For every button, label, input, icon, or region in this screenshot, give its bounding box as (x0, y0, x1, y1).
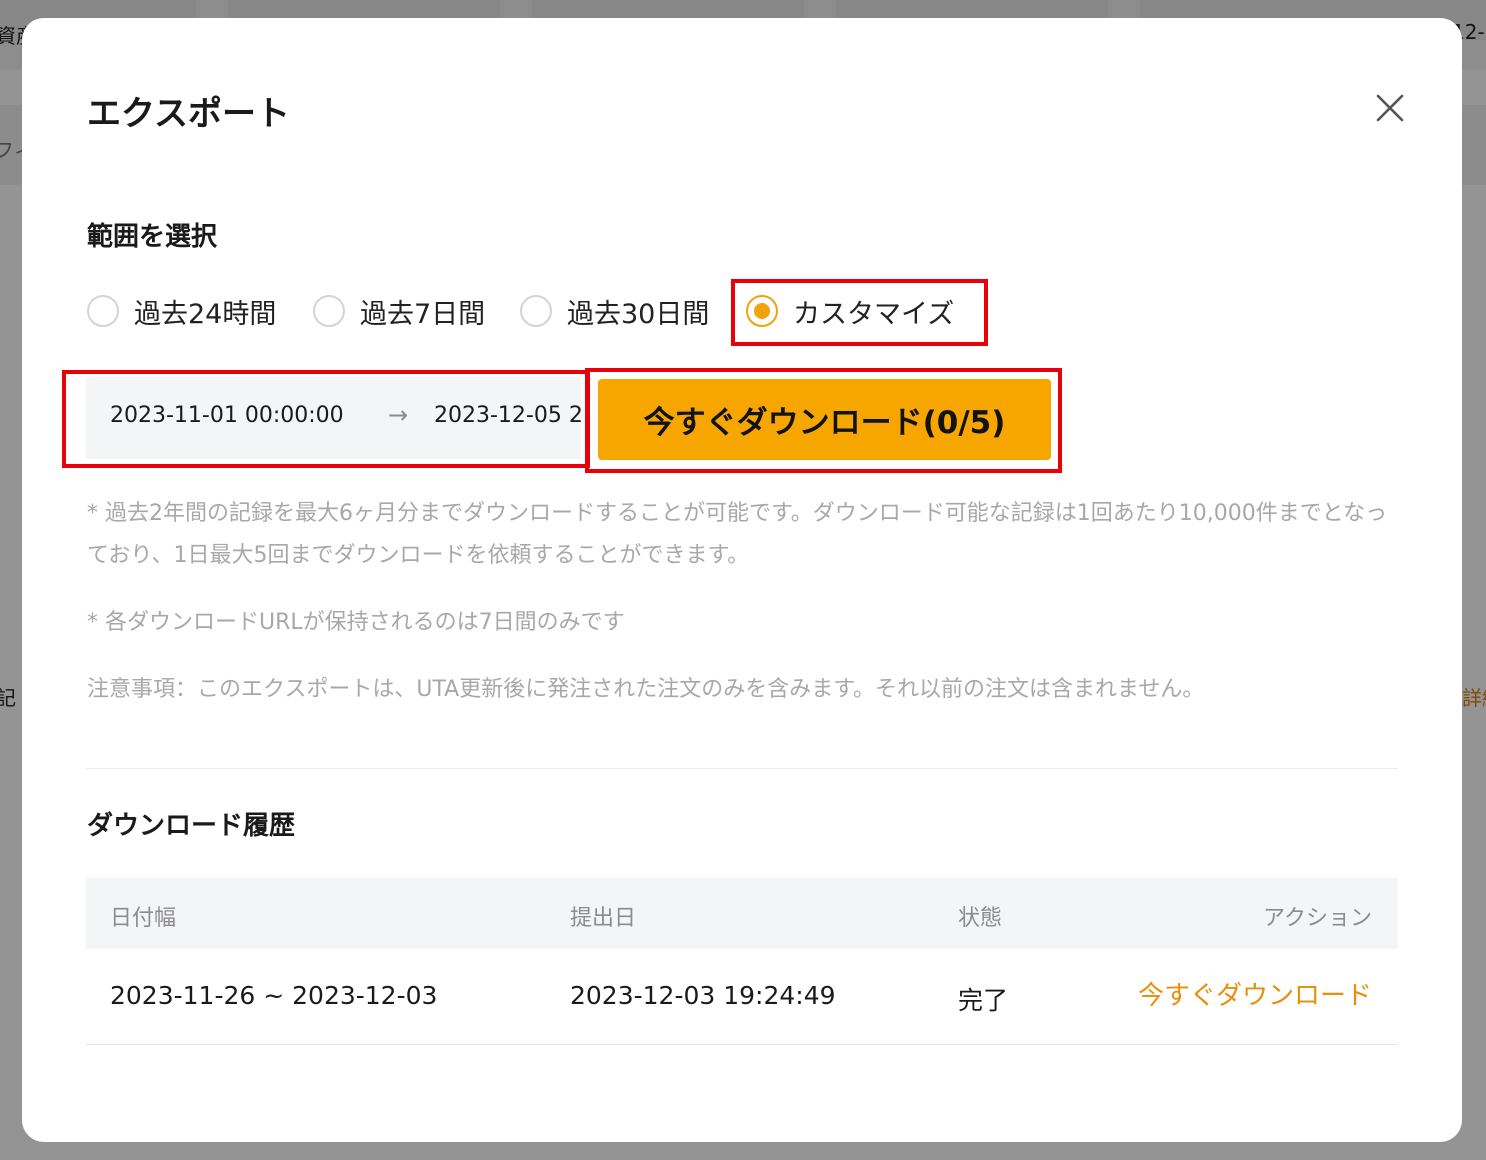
table-header: 日付幅 提出日 状態 アクション (86, 878, 1398, 949)
table-row: 2023-11-26 ~ 2023-12-03 2023-12-03 19:24… (86, 949, 1398, 1045)
column-header-date-range: 日付幅 (110, 906, 177, 931)
radio-circle[interactable] (313, 295, 345, 327)
row-submitted: 2023-12-03 19:24:49 (570, 981, 836, 1010)
export-modal: エクスポート 範囲を選択 過去24時間 過去7日間 過去30日間 カスタマイズ (22, 18, 1462, 1142)
arrow-right-icon: → (388, 401, 409, 429)
radio-30d-label: 過去30日間 (567, 298, 710, 330)
radio-7d-label: 過去7日間 (360, 298, 486, 330)
radio-7d[interactable]: 過去7日間 (313, 289, 485, 333)
radio-30d[interactable]: 過去30日間 (520, 289, 709, 333)
close-icon[interactable] (1374, 92, 1406, 124)
range-label: 範囲を選択 (87, 222, 218, 252)
date-start-input[interactable]: 2023-11-01 00:00:00 (110, 403, 344, 428)
note-url-retention: * 各ダウンロードURLが保持されるのは7日間のみです (87, 610, 625, 635)
history-table: 日付幅 提出日 状態 アクション 2023-11-26 ~ 2023-12-03… (86, 878, 1398, 1045)
row-download-link[interactable]: 今すぐダウンロード (1138, 975, 1372, 1012)
date-end-input[interactable]: 2023-12-05 23:59:59 (434, 403, 581, 428)
download-now-button[interactable]: 今すぐダウンロード(0/5) (598, 379, 1051, 460)
highlight-box-custom (731, 279, 988, 346)
radio-24h[interactable]: 過去24時間 (87, 289, 276, 333)
radio-24h-label: 過去24時間 (134, 298, 277, 330)
column-header-submitted: 提出日 (570, 906, 637, 931)
date-range-picker[interactable]: 2023-11-01 00:00:00 → 2023-12-05 23:59:5… (86, 377, 581, 459)
section-divider (86, 768, 1398, 769)
row-date-range: 2023-11-26 ~ 2023-12-03 (110, 981, 438, 1010)
history-label: ダウンロード履歴 (87, 811, 296, 841)
radio-circle[interactable] (520, 295, 552, 327)
radio-circle[interactable] (87, 295, 119, 327)
modal-title: エクスポート (87, 94, 290, 134)
note-uta: 注意事項：このエクスポートは、UTA更新後に発注された注文のみを含みます。それ以… (87, 677, 1205, 702)
column-header-status: 状態 (958, 906, 1003, 931)
column-header-action: アクション (1263, 906, 1372, 931)
note-download-limit: * 過去2年間の記録を最大6ヶ月分までダウンロードすることが可能です。ダウンロー… (87, 501, 1388, 568)
row-status: 完了 (958, 986, 1009, 1015)
